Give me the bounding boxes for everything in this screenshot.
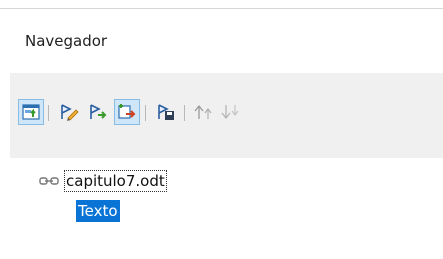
drag-mode-icon (118, 104, 136, 119)
navigator-tree[interactable]: capitulo7.odt Texto (10, 158, 443, 259)
demote-level-button[interactable] (218, 99, 244, 125)
document-dropdown-button[interactable] (153, 99, 179, 125)
header-navigation-icon (90, 104, 107, 119)
set-reminder-button[interactable] (56, 99, 82, 125)
navigator-toolbar (10, 96, 443, 128)
promote-level-button[interactable] (191, 99, 217, 125)
content-navigation-view-icon (22, 104, 40, 120)
navigator-panel: capitulo7.odt Texto (10, 73, 443, 259)
header-navigation-button[interactable] (85, 99, 111, 125)
set-reminder-icon (61, 104, 79, 121)
toolbar-separator (145, 105, 146, 121)
navigator-title: Navegador (25, 32, 108, 50)
content-navigation-view-button[interactable] (18, 99, 44, 125)
demote-level-icon (221, 105, 239, 120)
toolbar-separator (184, 105, 185, 121)
promote-level-icon (194, 104, 212, 119)
drag-mode-button[interactable] (114, 99, 140, 125)
top-divider (0, 8, 443, 9)
tree-document-row[interactable]: capitulo7.odt (39, 170, 167, 192)
document-label: capitulo7.odt (64, 170, 167, 192)
document-dropdown-icon (158, 104, 174, 120)
toolbar-separator (48, 105, 49, 121)
tree-item-texto[interactable]: Texto (76, 200, 120, 222)
chain-link-icon (39, 177, 59, 185)
